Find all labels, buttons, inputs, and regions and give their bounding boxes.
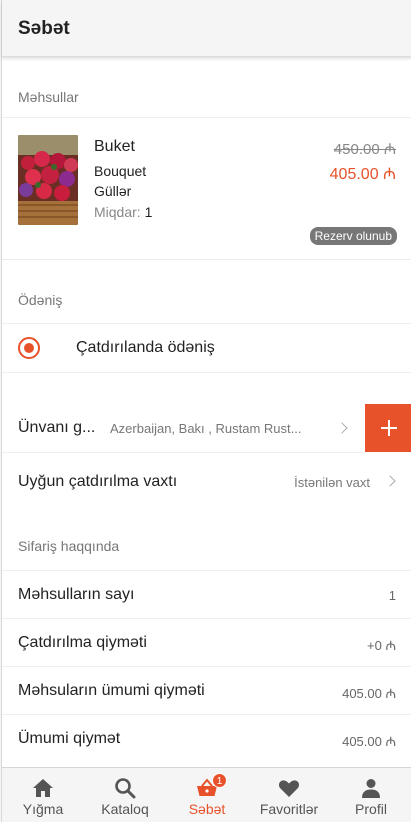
new-price: 405.00 ₼ bbox=[329, 166, 396, 183]
payment-option-label: Çatdırılanda ödəniş bbox=[76, 339, 215, 356]
divider bbox=[2, 570, 411, 571]
tab-profile[interactable]: Profil bbox=[330, 768, 411, 822]
products-section-title: Məhsullar bbox=[18, 89, 79, 105]
tab-label: Kataloq bbox=[101, 801, 149, 817]
summary-label-total: Ümumi qiymət bbox=[18, 730, 121, 747]
order-section-title: Sifariş haqqında bbox=[18, 538, 120, 554]
payment-section-title: Ödəniş bbox=[18, 292, 63, 308]
home-icon bbox=[33, 779, 53, 797]
tab-label: Favoritlər bbox=[259, 801, 319, 817]
status-badge: Rezerv olunub bbox=[309, 227, 397, 245]
divider bbox=[2, 117, 411, 118]
cart-screen: Səbət Məhsullar Buket Bouquet Güllər Miq… bbox=[1, 0, 411, 822]
tab-cart[interactable]: 1 Səbət bbox=[166, 768, 248, 822]
summary-label-delivery: Çatdırılma qiyməti bbox=[18, 634, 147, 651]
product-subtitle: Bouquet bbox=[94, 163, 147, 179]
address-value: Azerbaijan, Bakı , Rustam Rust... bbox=[110, 421, 302, 436]
summary-value-count: 1 bbox=[388, 588, 396, 603]
app-bar: Səbət bbox=[2, 0, 411, 57]
summary-label-products-total: Məhsuların ümumi qiyməti bbox=[18, 682, 205, 699]
tab-label: Yığma bbox=[22, 801, 64, 817]
product-name: Buket bbox=[94, 138, 135, 155]
quantity-value: 1 bbox=[144, 204, 153, 220]
chevron-right-icon bbox=[384, 475, 396, 487]
summary-value-total: 405.00 ₼ bbox=[342, 734, 396, 749]
divider bbox=[2, 666, 411, 667]
address-label: Ünvanı g... bbox=[18, 419, 96, 436]
cart-count-badge: 1 bbox=[212, 773, 227, 788]
product-quantity: Miqdar: 1 bbox=[94, 204, 152, 220]
tab-label: Profil bbox=[355, 801, 387, 817]
divider bbox=[2, 714, 411, 715]
tab-label: Səbət bbox=[188, 801, 226, 817]
search-icon bbox=[115, 778, 136, 799]
old-price: 450.00 ₼ bbox=[333, 141, 396, 158]
divider bbox=[2, 618, 411, 619]
product-category: Güllər bbox=[94, 183, 132, 199]
tab-favorites[interactable]: Favoritlər bbox=[248, 768, 330, 822]
summary-value-delivery: +0 ₼ bbox=[367, 638, 396, 653]
tab-catalog[interactable]: Kataloq bbox=[84, 768, 166, 822]
divider bbox=[2, 259, 411, 260]
person-icon bbox=[362, 779, 380, 798]
divider bbox=[2, 452, 364, 453]
summary-value-products-total: 405.00 ₼ bbox=[342, 686, 396, 701]
quantity-label: Miqdar: bbox=[94, 204, 145, 220]
heart-icon bbox=[278, 780, 300, 797]
product-image[interactable] bbox=[18, 135, 78, 225]
bottom-tab-bar: Yığma Kataloq 1 Səbət Favoritlər Profil bbox=[2, 767, 411, 822]
tab-home[interactable]: Yığma bbox=[2, 768, 84, 822]
plus-icon bbox=[381, 420, 397, 436]
payment-radio[interactable] bbox=[18, 337, 40, 359]
page-title: Səbət bbox=[18, 18, 70, 39]
delivery-time-value: İstənilən vaxt bbox=[294, 475, 370, 490]
divider bbox=[2, 323, 411, 324]
summary-label-count: Məhsulların sayı bbox=[18, 586, 135, 603]
divider bbox=[2, 372, 411, 373]
add-address-button[interactable] bbox=[365, 404, 411, 452]
chevron-right-icon bbox=[336, 422, 348, 434]
delivery-time-label: Uyğun çatdırılma vaxtı bbox=[18, 473, 178, 490]
